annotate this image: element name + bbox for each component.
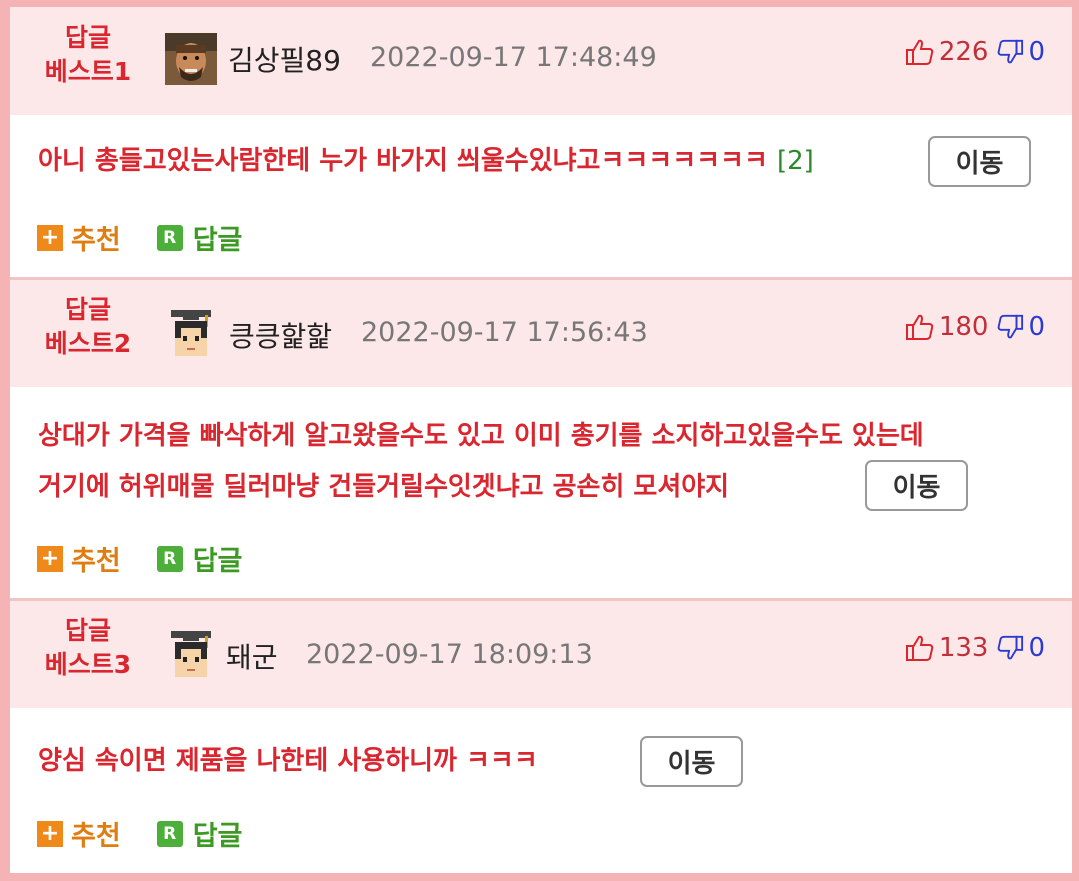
reply-label: 답글 [192,225,243,256]
thumbs-up-icon[interactable] [905,633,935,663]
best-replies-panel: 답글 베스트1 김상필89 2022-09-17 17:48:49 226 0 … [10,7,1072,873]
reply-actions: + 추천 R 답글 [37,218,242,257]
author-nickname[interactable]: 킁킁핥핥 [229,315,332,355]
reply-text: 거기에 허위매물 딜러마냥 건들거릴수잇겟냐고 공손히 모셔야지 [38,466,729,508]
move-button[interactable]: 이동 [640,736,743,787]
like-count: 133 [938,633,989,663]
graduate-avatar-icon[interactable] [165,308,217,360]
recommend-label: 추천 [71,225,121,256]
best-badge: 답글 베스트2 [28,293,148,361]
warrior-avatar-icon[interactable] [165,33,217,85]
move-button[interactable]: 이동 [928,136,1031,187]
best-reply-3: 답글 베스트3 돼군 2022-09-17 18:09:13 133 0 양심 … [10,601,1072,873]
best-badge: 답글 베스트1 [28,21,148,89]
thumbs-down-icon[interactable] [996,634,1024,662]
like-count: 226 [938,37,989,67]
plus-icon: + [37,545,63,572]
reply-label: 답글 [192,546,243,577]
reply-header: 답글 베스트1 김상필89 2022-09-17 17:48:49 226 0 [10,7,1072,115]
recommend-label: 추천 [71,821,121,852]
dislike-count: 0 [1028,37,1045,67]
reply-count[interactable]: [2] [777,146,814,176]
graduate-avatar-icon[interactable] [165,629,217,681]
thumbs-down-icon[interactable] [996,313,1024,341]
plus-icon: + [37,820,63,847]
reply-r-icon: R [156,224,183,251]
best-reply-2: 답글 베스트2 킁킁핥핥 2022-09-17 17:56:43 180 0 상… [10,280,1072,598]
dislike-count: 0 [1028,312,1045,342]
vote-area: 226 0 [905,37,1045,67]
reply-button[interactable]: R 답글 [156,218,243,257]
thumbs-up-icon[interactable] [905,312,935,342]
reply-text-line: 아니 총들고있는사람한테 누가 바가지 씌울수있냐고ㅋㅋㅋㅋㅋㅋㅋ [38,146,768,176]
move-button[interactable]: 이동 [865,460,968,511]
best-label-top: 답글 [64,23,111,52]
reply-text-line: 상대가 가격을 빠삭하게 알고왔을수도 있고 이미 총기를 소지하고있을수도 있… [38,421,924,451]
recommend-label: 추천 [71,546,121,577]
reply-actions: + 추천 R 답글 [37,539,242,578]
author-nickname[interactable]: 김상필89 [228,39,341,79]
reply-label: 답글 [192,821,243,852]
best-label-top: 답글 [64,295,111,324]
reply-r-icon: R [156,820,183,847]
best-label-rank: 베스트3 [44,650,132,679]
reply-text-line: 거기에 허위매물 딜러마냥 건들거릴수잇겟냐고 공손히 모셔야지 [38,472,730,502]
reply-actions: + 추천 R 답글 [37,814,242,853]
reply-text: 양심 속이면 제품을 나한테 사용하니까 ㅋㅋㅋ [38,740,538,782]
reply-text-line: 양심 속이면 제품을 나한테 사용하니까 ㅋㅋㅋ [38,746,538,776]
reply-header: 답글 베스트3 돼군 2022-09-17 18:09:13 133 0 [10,601,1072,708]
recommend-button[interactable]: + 추천 [37,539,121,578]
author-nickname[interactable]: 돼군 [226,636,278,676]
vote-area: 133 0 [905,633,1045,663]
reply-button[interactable]: R 답글 [156,814,243,853]
reply-text: 아니 총들고있는사람한테 누가 바가지 씌울수있냐고ㅋㅋㅋㅋㅋㅋㅋ [2] [38,140,814,182]
like-count: 180 [938,312,989,342]
reply-text: 상대가 가격을 빠삭하게 알고왔을수도 있고 이미 총기를 소지하고있을수도 있… [38,415,924,457]
post-date: 2022-09-17 18:09:13 [306,639,593,670]
reply-r-icon: R [156,545,183,572]
post-date: 2022-09-17 17:56:43 [361,317,648,348]
recommend-button[interactable]: + 추천 [37,814,121,853]
best-label-top: 답글 [64,616,111,645]
thumbs-down-icon[interactable] [996,38,1024,66]
dislike-count: 0 [1028,633,1045,663]
recommend-button[interactable]: + 추천 [37,218,121,257]
reply-button[interactable]: R 답글 [156,539,243,578]
vote-area: 180 0 [905,312,1045,342]
plus-icon: + [37,224,63,251]
best-reply-1: 답글 베스트1 김상필89 2022-09-17 17:48:49 226 0 … [10,7,1072,277]
thumbs-up-icon[interactable] [905,37,935,67]
reply-header: 답글 베스트2 킁킁핥핥 2022-09-17 17:56:43 180 0 [10,280,1072,387]
best-label-rank: 베스트2 [44,329,132,358]
best-badge: 답글 베스트3 [28,614,148,682]
best-label-rank: 베스트1 [44,57,132,86]
post-date: 2022-09-17 17:48:49 [370,42,657,73]
